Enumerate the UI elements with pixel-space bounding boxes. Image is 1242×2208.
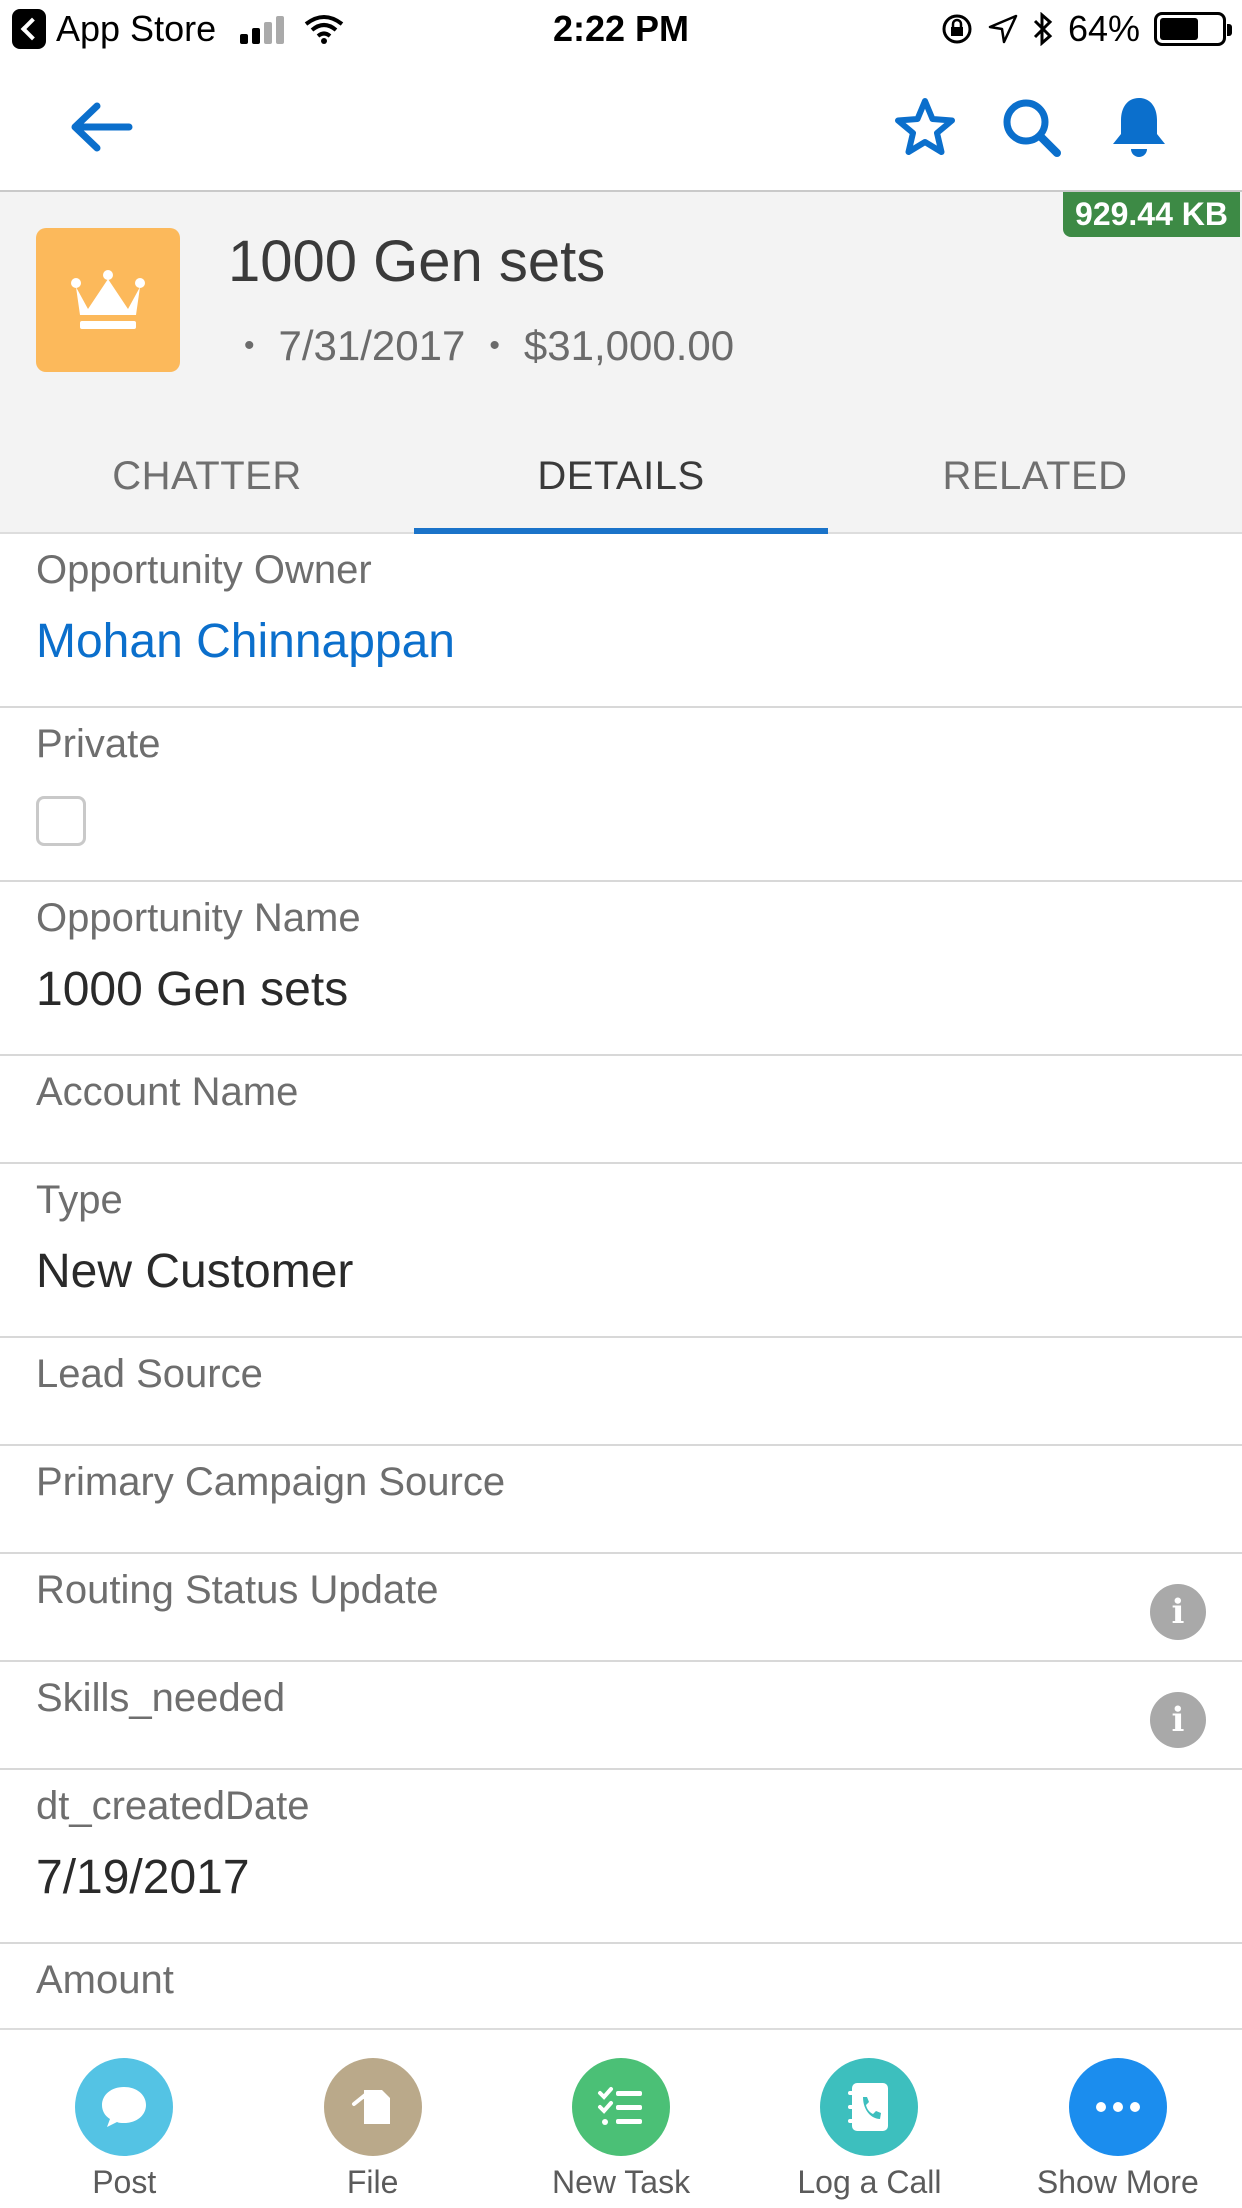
field-label: Opportunity Owner <box>36 548 372 592</box>
field-account-name: Account Name <box>0 1056 1242 1164</box>
record-close-date: 7/31/2017 <box>278 322 466 369</box>
more-icon[interactable] <box>1068 2058 1167 2156</box>
action-label: Log a Call <box>797 2164 942 2200</box>
field-opportunity-name: Opportunity Name 1000 Gen sets <box>0 882 1242 1056</box>
file-action-button[interactable]: File <box>248 2030 496 2208</box>
field-label: Account Name <box>36 1070 299 1114</box>
field-type: Type New Customer <box>0 1164 1242 1338</box>
arrow-left-icon[interactable] <box>66 92 136 162</box>
field-opportunity-owner: Opportunity Owner Mohan Chinnappan <box>0 534 1242 708</box>
field-value: 7/19/2017 <box>36 1851 250 1904</box>
tab-details[interactable]: DETAILS <box>414 418 828 534</box>
battery-icon <box>1154 12 1232 46</box>
field-label: Primary Campaign Source <box>36 1460 506 1504</box>
field-label: Skills_needed <box>36 1676 286 1720</box>
action-label: New Task <box>551 2164 691 2200</box>
field-lead-source: Lead Source <box>0 1338 1242 1446</box>
field-value: New Customer <box>36 1245 354 1298</box>
separator-dot: • <box>489 329 500 362</box>
details-field-list: Opportunity Owner Mohan Chinnappan Priva… <box>0 534 1242 2030</box>
post-action-button[interactable]: Post <box>0 2030 248 2208</box>
record-amount: $31,000.00 <box>523 322 735 369</box>
task-list-icon[interactable] <box>572 2058 671 2156</box>
tab-chatter[interactable]: CHATTER <box>0 418 414 534</box>
phone-log-icon[interactable] <box>820 2058 919 2156</box>
info-icon[interactable]: i <box>1150 1584 1206 1640</box>
log-a-call-action-button[interactable]: Log a Call <box>745 2030 993 2208</box>
field-value: 1000 Gen sets <box>36 963 349 1016</box>
search-icon[interactable] <box>996 92 1066 162</box>
private-checkbox[interactable] <box>36 796 86 846</box>
field-label: Lead Source <box>36 1352 263 1396</box>
field-label: Private <box>36 722 161 766</box>
file-icon[interactable] <box>323 2058 422 2156</box>
field-label: Opportunity Name <box>36 896 361 940</box>
action-bar: Post File New Task Log a Call Show More <box>0 2028 1242 2208</box>
action-label: File <box>346 2164 399 2200</box>
location-arrow-icon <box>988 14 1018 44</box>
separator-dot: • <box>244 329 255 362</box>
field-primary-campaign-source: Primary Campaign Source <box>0 1446 1242 1554</box>
tab-related[interactable]: RELATED <box>828 418 1242 534</box>
action-label: Show More <box>1036 2164 1199 2200</box>
rotation-lock-icon <box>942 14 972 44</box>
field-routing-status-update: Routing Status Update i <box>0 1554 1242 1662</box>
field-skills-needed: Skills_needed i <box>0 1662 1242 1770</box>
record-subtitle: • 7/31/2017 • $31,000.00 <box>244 322 734 370</box>
star-icon[interactable] <box>890 92 960 162</box>
record-tabs: CHATTER DETAILS RELATED <box>0 418 1242 534</box>
chat-bubble-icon[interactable] <box>75 2058 174 2156</box>
battery-percent: 64% <box>1067 8 1140 49</box>
field-label: dt_createdDate <box>36 1784 310 1828</box>
field-label: Routing Status Update <box>36 1568 439 1612</box>
nav-bar <box>0 62 1242 192</box>
status-bar: App Store 2:22 PM 64% <box>0 0 1242 62</box>
status-right: 64% <box>940 8 1232 50</box>
record-header: 929.44 KB 1000 Gen sets • 7/31/2017 • $3… <box>0 192 1242 534</box>
field-amount: Amount <box>0 1944 1242 2030</box>
action-label: Post <box>92 2164 157 2200</box>
show-more-action-button[interactable]: Show More <box>994 2030 1242 2208</box>
bluetooth-icon <box>1033 12 1053 46</box>
field-label: Type <box>36 1178 123 1222</box>
field-dt-createddate: dt_createdDate 7/19/2017 <box>0 1770 1242 1944</box>
record-title: 1000 Gen sets <box>228 229 606 294</box>
info-icon[interactable]: i <box>1150 1692 1206 1748</box>
crown-icon <box>36 228 180 372</box>
new-task-action-button[interactable]: New Task <box>497 2030 745 2208</box>
field-private: Private <box>0 708 1242 882</box>
owner-link[interactable]: Mohan Chinnappan <box>36 596 1242 674</box>
field-label: Amount <box>36 1958 174 2002</box>
size-badge: 929.44 KB <box>1063 192 1240 237</box>
bell-icon[interactable] <box>1104 92 1174 162</box>
